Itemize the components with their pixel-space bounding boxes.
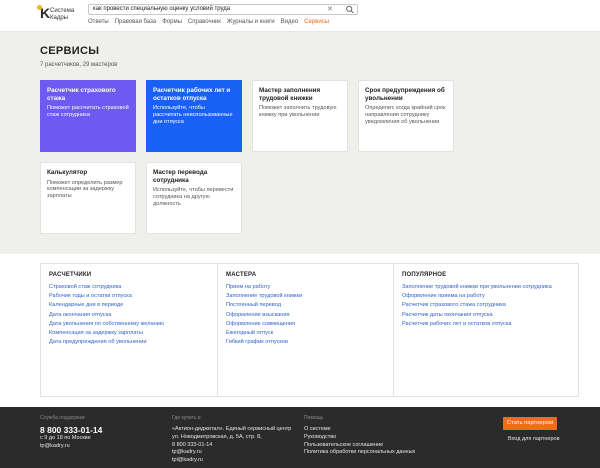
list-link[interactable]: Постоянный перевод — [226, 302, 394, 309]
list-link[interactable]: Дата окончания отпуска — [49, 312, 217, 319]
footer-buy-email-2[interactable]: tpl@kadry.ru — [172, 457, 291, 465]
nav-zhurnaly[interactable]: Журналы и книги — [227, 19, 275, 25]
list-link[interactable]: Календарные дни в периоде — [49, 302, 217, 309]
logo-dot — [37, 5, 42, 10]
service-card-kalkulyator[interactable]: Калькулятор Поможет определить размер ко… — [40, 162, 136, 234]
footer-help-link[interactable]: Руководство — [304, 434, 415, 442]
list-raschetchiki: РАСЧЕТЧИКИ Страховой стаж сотрудника Раб… — [40, 263, 226, 397]
footer-help-link[interactable]: О системе — [304, 426, 415, 434]
footer-help-link[interactable]: Политика обработки персональных данных — [304, 449, 415, 457]
footer-buy-line: ул. Новодмитровская, д. 5А, стр. 8, — [172, 433, 262, 440]
list-link[interactable]: Заполнение трудовой книжки — [226, 293, 394, 300]
card-title: Мастер перевода сотрудника — [153, 169, 208, 184]
footer-support-email[interactable]: tp@kadry.ru — [40, 443, 102, 451]
list-link[interactable]: Оформление приема на работу — [402, 293, 570, 300]
footer-buy: Где купить в «Актион-диджитал». Единый с… — [172, 415, 291, 465]
card-title: Расчетчик страхового стажа — [47, 87, 116, 102]
list-link[interactable]: Расчетчик рабочих лет и остатков отпуска — [402, 321, 570, 328]
page-subtitle: 7 расчетчиков, 29 мастеров — [40, 62, 118, 68]
card-title: Расчетчик рабочих лет и остатков отпуска — [153, 87, 231, 102]
page-title: СЕРВИСЫ — [40, 45, 100, 57]
nav-formy[interactable]: Формы — [162, 19, 182, 25]
list-link[interactable]: Расчетчик страхового стажа сотрудника — [402, 302, 570, 309]
footer-support-label: Служба поддержки — [40, 415, 85, 421]
card-desc: Поможет заполнить трудовую книжку при ув… — [259, 105, 337, 118]
nav-otvety[interactable]: Ответы — [88, 19, 109, 25]
logo-line1: Система — [50, 8, 75, 14]
card-desc: Используйте, чтобы рассчитать неиспользо… — [153, 105, 233, 125]
list-link[interactable]: Компенсация за задержку зарплаты — [49, 330, 217, 337]
clear-icon[interactable]: ✕ — [327, 5, 333, 14]
nav-video[interactable]: Видео — [281, 19, 299, 25]
card-desc: Поможет определить размер компенсации за… — [47, 179, 123, 200]
nav-pravovaya-baza[interactable]: Правовая база — [115, 19, 156, 25]
logo[interactable]: K Система Кадры — [37, 5, 76, 26]
logo-text: Система Кадры — [50, 8, 74, 22]
header: K Система Кадры как провести специальную… — [0, 0, 600, 32]
logo-line2: Кадры — [50, 15, 68, 21]
footer-buy-email[interactable]: tp@kadry.ru — [172, 449, 291, 457]
list-mastera: МАСТЕРА Прием на работу Заполнение трудо… — [217, 263, 403, 397]
service-card-stazh[interactable]: Расчетчик страхового стажа Поможет рассч… — [40, 80, 136, 152]
list-link[interactable]: Ежегодный отпуск — [226, 330, 394, 337]
card-desc: Поможет рассчитать страховой стаж сотруд… — [47, 105, 129, 118]
card-title: Мастер заполнения трудовой книжки — [259, 87, 321, 102]
become-partner-button[interactable]: Стать партнером — [503, 417, 557, 430]
nav-servisy[interactable]: Сервисы — [304, 19, 329, 25]
search-icon[interactable] — [345, 5, 355, 14]
footer-help: Помощь О системе Руководство Пользовател… — [304, 415, 415, 457]
list-link[interactable]: Дата увольнения по собственному желанию — [49, 321, 217, 328]
footer-buy-phone[interactable]: 8 800 333-01-14 — [172, 442, 291, 450]
list-title: ПОПУЛЯРНОЕ — [402, 272, 447, 278]
list-populyarnoe: ПОПУЛЯРНОЕ Заполнение трудовой книжки пр… — [393, 263, 579, 397]
partner-login-link[interactable]: Вход для партнеров — [508, 436, 560, 442]
footer-buy-line: «Актион-диджитал». Единый сервисный цент… — [172, 426, 292, 432]
search-input[interactable]: как провести специальную оценку условий … — [88, 4, 358, 15]
card-title: Калькулятор — [47, 169, 88, 176]
footer-support: Служба поддержки 8 800 333-01-14 с 9 до … — [40, 415, 102, 451]
logo-mark: K — [37, 5, 50, 20]
search-query: как провести специальную оценку условий … — [93, 6, 231, 12]
list-link[interactable]: Оформление совмещения — [226, 321, 394, 328]
list-title: РАСЧЕТЧИКИ — [49, 272, 92, 278]
list-link[interactable]: Расчетчик даты окончания отпуска — [402, 312, 570, 319]
footer: Служба поддержки 8 800 333-01-14 с 9 до … — [0, 407, 600, 468]
card-desc: Используйте, чтобы перевести сотрудника … — [153, 187, 234, 207]
footer-help-label: Помощь — [304, 415, 324, 421]
list-link[interactable]: Страховой стаж сотрудника — [49, 284, 217, 291]
top-nav: Ответы Правовая база Формы Справочник Жу… — [88, 19, 335, 25]
list-link[interactable]: Гибкий график отпусков — [226, 339, 394, 346]
card-title: Срок предупреждения об увольнении — [365, 87, 445, 102]
list-link[interactable]: Оформление взыскания — [226, 312, 394, 319]
service-card-trudovaya[interactable]: Мастер заполнения трудовой книжки Поможе… — [252, 80, 348, 152]
service-card-otpusk[interactable]: Расчетчик рабочих лет и остатков отпуска… — [146, 80, 242, 152]
card-desc: Определит, когда крайний срок направлени… — [365, 105, 446, 125]
footer-help-link[interactable]: Пользовательское соглашение — [304, 442, 415, 450]
list-link[interactable]: Заполнение трудовой книжки при увольнени… — [402, 284, 570, 291]
list-title: МАСТЕРА — [226, 272, 257, 278]
footer-buy-label: Где купить в — [172, 415, 201, 421]
footer-support-phone[interactable]: 8 800 333-01-14 — [40, 426, 102, 435]
services-section: СЕРВИСЫ 7 расчетчиков, 29 мастеров Расче… — [0, 32, 600, 254]
service-card-perevod[interactable]: Мастер перевода сотрудника Используйте, … — [146, 162, 242, 234]
list-link[interactable]: Прием на работу — [226, 284, 394, 291]
list-link[interactable]: Рабочие годы и остатки отпуска — [49, 293, 217, 300]
service-card-srok[interactable]: Срок предупреждения об увольнении Опреде… — [358, 80, 454, 152]
footer-support-hours: с 9 до 18 по Москве — [40, 435, 91, 441]
list-link[interactable]: Дата предупреждения об увольнении — [49, 339, 217, 346]
nav-spravochnik[interactable]: Справочник — [188, 19, 221, 25]
